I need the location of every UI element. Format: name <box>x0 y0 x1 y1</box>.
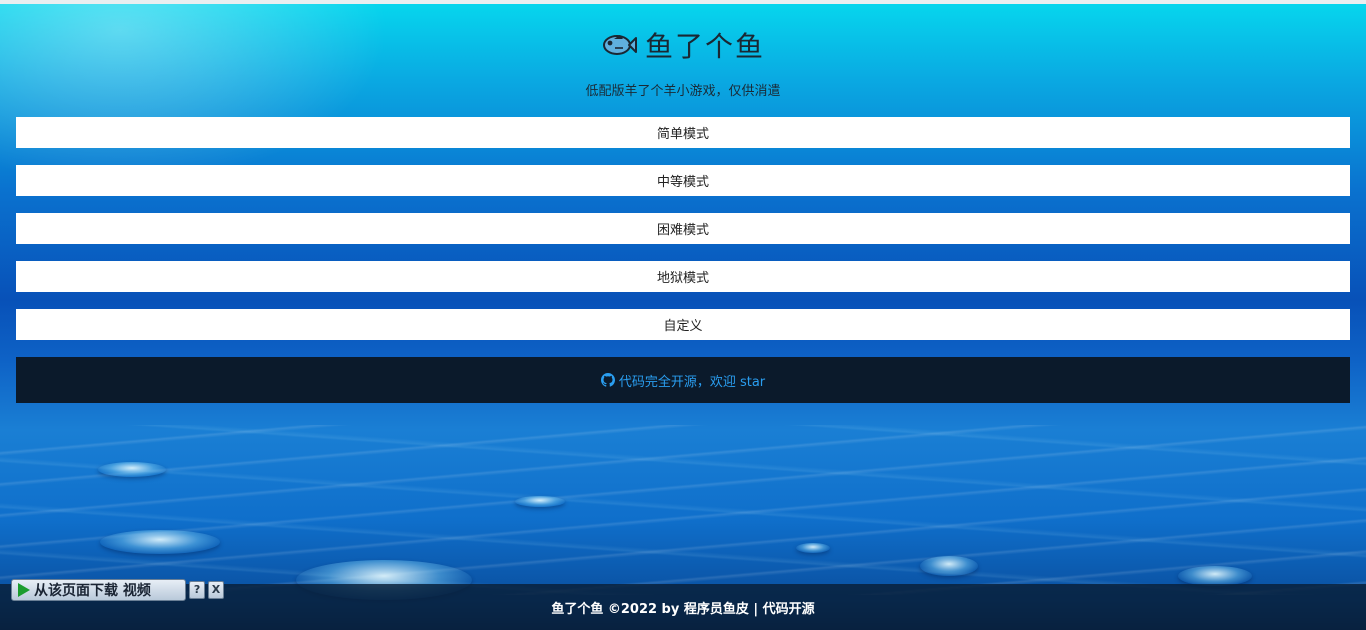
download-video-button[interactable]: 从该页面下载 视频 <box>11 579 187 601</box>
github-panel: 代码完全开源，欢迎 star <box>16 357 1350 403</box>
fish-icon <box>601 30 637 60</box>
water-droplet <box>920 556 978 576</box>
play-icon <box>18 583 30 597</box>
water-surface <box>0 425 1366 595</box>
hard-mode-button[interactable]: 困难模式 <box>16 213 1350 244</box>
github-link-label: 代码完全开源，欢迎 star <box>618 374 766 390</box>
hell-mode-button[interactable]: 地狱模式 <box>16 261 1350 292</box>
download-video-label: 从该页面下载 视频 <box>34 583 151 599</box>
footer-text: 鱼了个鱼 ©2022 by 程序员鱼皮 | 代码开源 <box>551 601 815 617</box>
water-droplet <box>796 543 830 553</box>
page-header: 鱼了个鱼 <box>0 22 1366 68</box>
video-download-toolbar: 从该页面下载 视频 ? X <box>11 578 224 602</box>
easy-mode-button[interactable]: 简单模式 <box>16 117 1350 148</box>
water-droplet <box>100 530 220 554</box>
custom-mode-button[interactable]: 自定义 <box>16 309 1350 340</box>
help-button[interactable]: ? <box>189 581 206 599</box>
water-droplet <box>515 496 565 507</box>
water-droplet <box>98 462 166 477</box>
github-icon <box>600 373 615 387</box>
github-link[interactable]: 代码完全开源，欢迎 star <box>600 371 766 390</box>
page-title: 鱼了个鱼 <box>644 30 765 63</box>
top-border <box>0 0 1366 4</box>
water-droplet <box>1178 566 1252 586</box>
page-subtitle: 低配版羊了个羊小游戏，仅供消遣 <box>585 84 781 99</box>
medium-mode-button[interactable]: 中等模式 <box>16 165 1350 196</box>
close-button[interactable]: X <box>208 581 224 599</box>
page-background: 鱼了个鱼 低配版羊了个羊小游戏，仅供消遣 简单模式 中等模式 困难模式 地狱模式… <box>0 0 1366 630</box>
